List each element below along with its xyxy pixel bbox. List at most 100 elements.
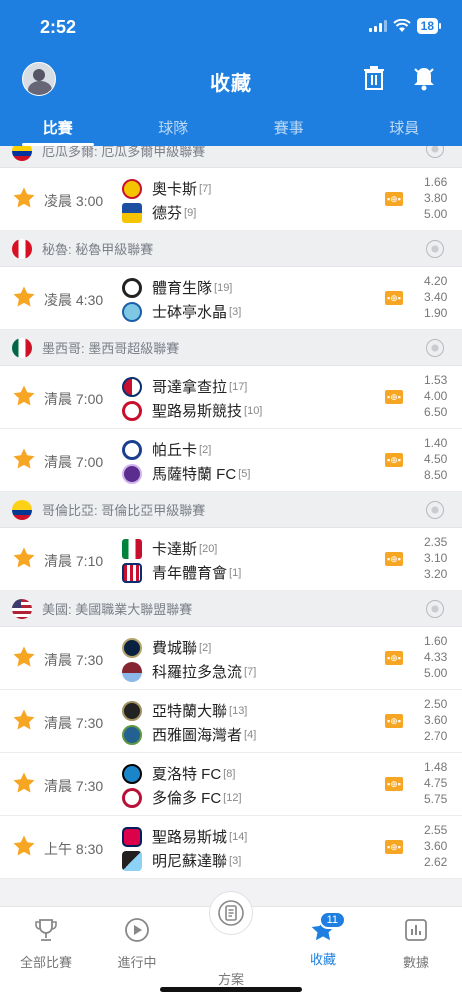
field-icon[interactable]: ▪⊕▪ xyxy=(385,291,403,305)
away-team: 聖路易斯競技 [10] xyxy=(122,400,262,421)
tab-competitions[interactable]: 賽事 xyxy=(231,106,347,146)
plan-icon xyxy=(218,900,244,926)
nav-all-matches[interactable]: 全部比賽 xyxy=(6,917,86,971)
home-team: 奧卡斯 [7] xyxy=(122,178,211,199)
soccer-ball-icon[interactable] xyxy=(426,146,444,158)
match-time: 清晨 7:30 xyxy=(44,715,104,731)
match-row[interactable]: 上午 8:30 聖路易斯城 [14] 明尼蘇達聯 [3] ▪⊕▪ 2.55 3.60 2… xyxy=(0,816,462,879)
star-icon[interactable] xyxy=(12,285,36,309)
star-icon[interactable] xyxy=(12,708,36,732)
star-icon[interactable] xyxy=(12,834,36,858)
battery-icon: 18 xyxy=(416,18,442,34)
field-icon[interactable]: ▪⊕▪ xyxy=(385,552,403,566)
league-header[interactable]: 哥倫比亞: 哥倫比亞甲級聯賽 xyxy=(0,492,462,528)
star-icon[interactable] xyxy=(12,447,36,471)
star-icon[interactable] xyxy=(12,546,36,570)
team-logo-icon xyxy=(122,850,142,871)
field-icon[interactable]: ▪⊕▪ xyxy=(385,714,403,728)
match-row[interactable]: 清晨 7:30 夏洛特 FC [8] 多倫多 FC [12] ▪⊕▪ 1.48 4.7… xyxy=(0,753,462,816)
nav-favorites[interactable]: 11 收藏 xyxy=(283,911,363,968)
plans-bubble[interactable] xyxy=(209,891,253,935)
odds: 2.50 3.60 2.70 xyxy=(424,697,448,743)
team-logo-icon xyxy=(122,301,142,322)
match-row[interactable]: 凌晨 4:30 體育生隊 [19] 士砵亭水晶 [3] ▪⊕▪ 4.20 3.40 1.… xyxy=(0,267,462,330)
league-header[interactable]: 秘魯: 秘魯甲級聯賽 xyxy=(0,231,462,267)
usa-flag-icon xyxy=(12,598,32,619)
page-title: 收藏 xyxy=(210,73,252,95)
team-logo-icon xyxy=(122,826,142,847)
home-team: 夏洛特 FC [8] xyxy=(122,763,235,784)
field-icon[interactable]: ▪⊕▪ xyxy=(385,192,403,206)
home-team: 帕丘卡 [2] xyxy=(122,439,211,460)
app-header: 2:52 18 收藏 比賽 球隊 賽事 球員 xyxy=(0,0,462,146)
field-icon[interactable]: ▪⊕▪ xyxy=(385,453,403,467)
team-logo-icon xyxy=(122,202,142,223)
league-name: 秘魯: 秘魯甲級聯賽 xyxy=(42,242,154,257)
away-team: 西雅圖海灣者 [4] xyxy=(122,724,256,745)
match-row[interactable]: 清晨 7:30 亞特蘭大聯 [13] 西雅圖海灣者 [4] ▪⊕▪ 2.50 3.60… xyxy=(0,690,462,753)
match-row[interactable]: 凌晨 3:00 奧卡斯 [7] 德芬 [9] ▪⊕▪ 1.66 3.80 5.00 xyxy=(0,168,462,231)
bell-icon[interactable] xyxy=(412,65,436,91)
star-icon[interactable] xyxy=(12,771,36,795)
odds: 4.20 3.40 1.90 xyxy=(424,274,448,320)
top-bar: 收藏 xyxy=(0,56,462,106)
team-logo-icon xyxy=(122,277,142,298)
league-header[interactable]: 厄瓜多爾: 厄瓜多爾甲級聯賽 xyxy=(0,146,462,168)
team-logo-icon xyxy=(122,562,142,583)
field-icon[interactable]: ▪⊕▪ xyxy=(385,777,403,791)
odds: 1.53 4.00 6.50 xyxy=(424,373,448,419)
soccer-ball-icon[interactable] xyxy=(426,239,444,258)
colombia-flag-icon xyxy=(12,499,32,520)
home-team: 亞特蘭大聯 [13] xyxy=(122,700,247,721)
ecuador-flag-icon xyxy=(12,146,32,161)
tab-players[interactable]: 球員 xyxy=(347,106,462,146)
match-row[interactable]: 清晨 7:00 哥達拿查拉 [17] 聖路易斯競技 [10] ▪⊕▪ 1.53 4.0… xyxy=(0,366,462,429)
league-header[interactable]: 美國: 美國職業大聯盟聯賽 xyxy=(0,591,462,627)
odds: 2.55 3.60 2.62 xyxy=(424,823,448,869)
away-team: 德芬 [9] xyxy=(122,202,196,223)
star-icon[interactable] xyxy=(12,186,36,210)
star-icon[interactable] xyxy=(12,384,36,408)
team-logo-icon xyxy=(122,724,142,745)
tab-teams[interactable]: 球隊 xyxy=(116,106,232,146)
away-team: 士砵亭水晶 [3] xyxy=(122,301,241,322)
league-name: 哥倫比亞: 哥倫比亞甲級聯賽 xyxy=(42,503,206,518)
soccer-ball-icon[interactable] xyxy=(426,500,444,519)
league-name: 美國: 美國職業大聯盟聯賽 xyxy=(42,602,193,617)
wifi-icon xyxy=(392,19,411,32)
match-row[interactable]: 清晨 7:30 費城聯 [2] 科羅拉多急流 [7] ▪⊕▪ 1.60 4.33 5.0… xyxy=(0,627,462,690)
star-icon[interactable] xyxy=(12,645,36,669)
league-name: 厄瓜多爾: 厄瓜多爾甲級聯賽 xyxy=(42,146,206,159)
tab-matches[interactable]: 比賽 xyxy=(0,106,116,146)
match-time: 清晨 7:10 xyxy=(44,553,104,569)
favorites-list[interactable]: 厄瓜多爾: 厄瓜多爾甲級聯賽 凌晨 3:00 奧卡斯 [7] 德芬 [9] ▪⊕▪ … xyxy=(0,146,462,906)
nav-stats[interactable]: 數據 xyxy=(376,917,456,971)
away-team: 明尼蘇達聯 [3] xyxy=(122,850,241,871)
field-icon[interactable]: ▪⊕▪ xyxy=(385,651,403,665)
home-indicator[interactable] xyxy=(160,987,302,992)
match-row[interactable]: 清晨 7:00 帕丘卡 [2] 馬薩特蘭 FC [5] ▪⊕▪ 1.40 4.50 8.… xyxy=(0,429,462,492)
odds: 1.48 4.75 5.75 xyxy=(424,760,448,806)
team-logo-icon xyxy=(122,787,142,808)
field-icon[interactable]: ▪⊕▪ xyxy=(385,840,403,854)
away-team: 青年體育會 [1] xyxy=(122,562,241,583)
field-icon[interactable]: ▪⊕▪ xyxy=(385,390,403,404)
soccer-ball-icon[interactable] xyxy=(426,338,444,357)
team-logo-icon xyxy=(122,463,142,484)
odds: 1.60 4.33 5.00 xyxy=(424,634,448,680)
trash-icon[interactable] xyxy=(362,65,386,91)
match-time: 清晨 7:00 xyxy=(44,454,104,470)
match-row[interactable]: 清晨 7:10 卡達斯 [20] 青年體育會 [1] ▪⊕▪ 2.35 3.10 3.2… xyxy=(0,528,462,591)
match-time: 清晨 7:30 xyxy=(44,652,104,668)
team-logo-icon xyxy=(122,178,142,199)
league-header[interactable]: 墨西哥: 墨西哥超級聯賽 xyxy=(0,330,462,366)
mexico-flag-icon xyxy=(12,337,32,358)
soccer-ball-icon[interactable] xyxy=(426,599,444,618)
home-team: 卡達斯 [20] xyxy=(122,538,217,559)
trophy-icon xyxy=(35,919,57,941)
home-team: 體育生隊 [19] xyxy=(122,277,232,298)
nav-plans[interactable]: 方案 xyxy=(191,937,271,988)
nav-live[interactable]: 進行中 xyxy=(97,917,177,971)
signal-icon xyxy=(368,20,387,32)
team-logo-icon xyxy=(122,439,142,460)
